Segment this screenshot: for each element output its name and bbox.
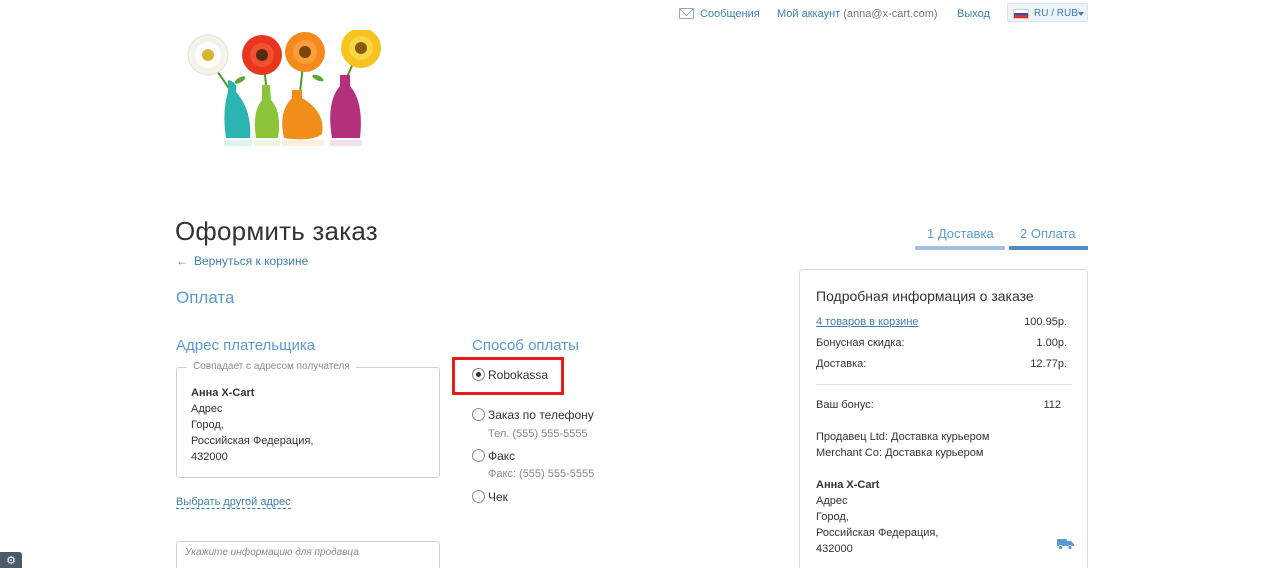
billing-line-3: Российская Федерация, bbox=[191, 435, 314, 447]
section-title-payment: Оплата bbox=[176, 288, 235, 307]
billing-address-lines: Анна X-Cart Адрес Город, Российская Феде… bbox=[191, 385, 313, 465]
step-shipping-bar bbox=[915, 246, 1005, 250]
step-payment-bar bbox=[1009, 246, 1088, 250]
order-summary-panel: Подробная информация о заказе 4 товаров … bbox=[799, 269, 1088, 568]
radio-icon[interactable] bbox=[472, 408, 485, 422]
payment-option-label: Robokassa bbox=[488, 368, 549, 382]
back-to-cart-label: Вернуться к корзине bbox=[194, 254, 309, 268]
seller-notes-input[interactable]: Укажите информацию для продавца bbox=[176, 541, 440, 568]
step-shipping[interactable]: 1 Доставка bbox=[927, 226, 994, 241]
shipping-value: 12.77р. bbox=[1030, 358, 1067, 370]
bonus-discount-label: Бонусная скидка: bbox=[816, 337, 905, 349]
summary-bonus-discount-row: Бонусная скидка: 1.00р. bbox=[816, 337, 1067, 349]
russia-flag-icon bbox=[1013, 9, 1029, 19]
bonus-discount-value: 1.00р. bbox=[1036, 337, 1067, 349]
payment-option-label: Факс bbox=[488, 449, 516, 463]
caret-down-icon bbox=[1078, 12, 1084, 16]
shipping-address-lines: Анна X-Cart Адрес Город, Российская Феде… bbox=[816, 477, 938, 557]
shipping-name: Анна X-Cart bbox=[816, 479, 880, 491]
billing-address-box: Совпадает с адресом получателя Анна X-Ca… bbox=[176, 361, 440, 478]
billing-line-1: Адрес bbox=[191, 403, 223, 415]
payment-method-title: Способ оплаты bbox=[472, 337, 579, 354]
store-logo[interactable] bbox=[180, 28, 390, 160]
payment-option-fax[interactable]: Факс bbox=[472, 449, 515, 463]
payment-option-phone-order[interactable]: Заказ по телефону bbox=[472, 408, 594, 422]
choose-other-address-link[interactable]: Выбрать другой адрес bbox=[176, 496, 291, 509]
billing-line-4: 432000 bbox=[191, 451, 228, 463]
back-to-cart-link[interactable]: ← Вернуться к корзине bbox=[176, 254, 308, 268]
summary-items-row: 4 товаров в корзине 100.95р. bbox=[816, 316, 1067, 328]
order-summary-title: Подробная информация о заказе bbox=[816, 288, 1034, 304]
language-currency-label: RU / RUB bbox=[1034, 8, 1078, 19]
top-bar: Сообщения Мой аккаунт (anna@x-cart.com) … bbox=[0, 0, 1263, 28]
radio-selected-icon[interactable] bbox=[472, 368, 485, 382]
vendor-shipping-1: Продавец Ltd: Доставка курьером bbox=[816, 431, 990, 443]
items-in-cart-link[interactable]: 4 товаров в корзине bbox=[816, 316, 919, 328]
summary-divider bbox=[816, 384, 1072, 385]
truck-icon bbox=[1057, 539, 1074, 550]
messages-link[interactable]: Сообщения bbox=[700, 8, 760, 20]
arrow-left-icon: ← bbox=[176, 254, 188, 268]
radio-icon[interactable] bbox=[472, 449, 485, 463]
account-email: (anna@x-cart.com) bbox=[843, 8, 938, 20]
logout-link[interactable]: Выход bbox=[957, 8, 990, 20]
shipping-label: Доставка: bbox=[816, 358, 867, 370]
payment-option-fax-detail: Факс: (555) 555-5555 bbox=[488, 468, 595, 480]
payment-option-phone-detail: Тел. (555) 555-5555 bbox=[488, 428, 588, 440]
your-bonus-label: Ваш бонус: bbox=[816, 399, 874, 411]
shipping-line-2: Город, bbox=[816, 511, 849, 523]
shipping-line-1: Адрес bbox=[816, 495, 848, 507]
shipping-line-3: Российская Федерация, bbox=[816, 527, 939, 539]
billing-name: Анна X-Cart bbox=[191, 387, 255, 399]
radio-icon[interactable] bbox=[472, 490, 485, 504]
payment-option-label: Заказ по телефону bbox=[488, 408, 594, 422]
payment-option-label: Чек bbox=[488, 490, 508, 504]
your-bonus-value: 112 bbox=[1043, 399, 1061, 411]
payment-option-robokassa[interactable]: Robokassa bbox=[472, 368, 548, 382]
my-account-link[interactable]: Мой аккаунт (anna@x-cart.com) bbox=[777, 8, 938, 20]
gear-icon[interactable]: ⚙ bbox=[0, 552, 22, 568]
page-title: Оформить заказ bbox=[175, 216, 378, 246]
language-currency-selector[interactable]: RU / RUB bbox=[1007, 3, 1088, 22]
summary-your-bonus-row: Ваш бонус: 112 bbox=[816, 399, 1067, 411]
payment-option-check[interactable]: Чек bbox=[472, 490, 508, 504]
envelope-icon[interactable] bbox=[679, 8, 694, 19]
seller-notes-placeholder: Укажите информацию для продавца bbox=[185, 547, 359, 558]
vendor-shipping-methods: Продавец Ltd: Доставка курьером Merchant… bbox=[816, 429, 989, 461]
same-as-shipping-legend[interactable]: Совпадает с адресом получателя bbox=[187, 361, 356, 372]
billing-line-2: Город, bbox=[191, 419, 224, 431]
summary-shipping-row: Доставка: 12.77р. bbox=[816, 358, 1067, 370]
items-total-value: 100.95р. bbox=[1024, 316, 1067, 328]
account-label[interactable]: Мой аккаунт bbox=[777, 8, 840, 20]
vendor-shipping-2: Merchant Co: Доставка курьером bbox=[816, 447, 984, 459]
step-payment[interactable]: 2 Оплата bbox=[1020, 226, 1076, 241]
shipping-line-4: 432000 bbox=[816, 543, 853, 555]
billing-address-title: Адрес плательщика bbox=[176, 337, 316, 354]
